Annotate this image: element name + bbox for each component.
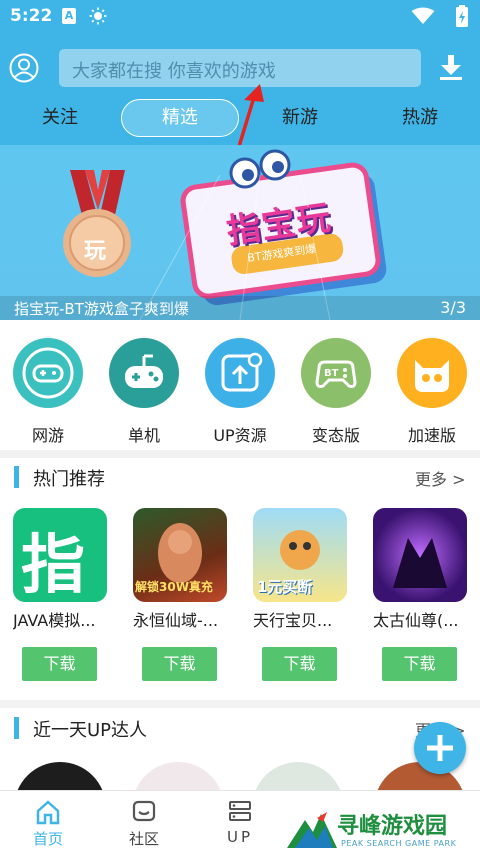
category-speed-versions[interactable]: 加速版 [384, 338, 480, 446]
watermark-title: 寻峰游戏园 [337, 814, 448, 839]
tab-follow[interactable]: 关注 [0, 99, 120, 137]
bt-gamepad-icon: BT [301, 338, 371, 408]
game-name: 天行宝贝... [253, 611, 333, 630]
banner-caption-text: 指宝玩-BT游戏盒子爽到爆 [14, 300, 189, 318]
cat-face-icon [397, 338, 467, 408]
download-button[interactable]: 下载 [262, 647, 337, 681]
up-section-title: 近一天UP达人 [33, 720, 148, 741]
brightness-icon [89, 7, 107, 25]
watermark-logo: 寻峰游戏园 PEAK SEARCH GAME PARK [285, 805, 480, 855]
game-card[interactable]: 解锁30W真充 永恒仙域-... 下载 [133, 508, 243, 681]
status-bar: 5:22 A [0, 0, 480, 34]
game-thumbnail[interactable] [373, 508, 467, 602]
mountain-logo-icon [287, 812, 337, 848]
thumb-promo-text: 1元买断 [257, 578, 313, 596]
notification-a-icon: A [62, 8, 76, 24]
game-name: 永恒仙域-... [133, 611, 219, 630]
hot-section-title: 热门推荐 [33, 469, 105, 490]
game-thumbnail[interactable]: 解锁30W真充 [133, 508, 227, 602]
download-button[interactable]: 下载 [22, 647, 97, 681]
nav-community[interactable]: 社区 [96, 791, 192, 855]
category-label: 加速版 [407, 426, 456, 445]
game-card[interactable]: 太古仙尊(... 下载 [373, 508, 480, 681]
download-icon[interactable] [439, 55, 463, 81]
app-screen: 5:22 A 大家都在搜 你喜欢的游戏 关注 精选 新游 热游 玩 指宝玩 BT… [0, 0, 480, 855]
game-thumbnail[interactable]: 1元买断 [253, 508, 347, 602]
user-avatar-button[interactable] [9, 53, 39, 83]
section-divider [0, 700, 480, 708]
game-name: JAVA模拟... [13, 611, 96, 630]
nav-label: UP [226, 828, 254, 846]
banner-caption: 指宝玩-BT游戏盒子爽到爆 3/3 [0, 296, 480, 320]
nav-label: 首页 [32, 830, 63, 848]
game-thumbnail[interactable]: 指 [13, 508, 107, 602]
search-input[interactable]: 大家都在搜 你喜欢的游戏 [59, 49, 421, 87]
nav-label: 社区 [128, 830, 159, 848]
category-label: UP资源 [213, 426, 267, 445]
thumb-promo-text: 解锁30W真充 [135, 580, 213, 594]
category-label: 网游 [31, 426, 64, 445]
plus-icon [427, 735, 453, 761]
thumb-logo-text: 指 [21, 529, 85, 602]
promo-banner[interactable]: 玩 指宝玩 BT游戏爽到爆 指宝玩-BT游戏盒子爽到爆 3/3 [0, 145, 480, 320]
community-icon [132, 800, 156, 822]
tab-hot-games[interactable]: 热游 [360, 99, 480, 137]
download-button[interactable]: 下载 [142, 647, 217, 681]
banner-counter: 3/3 [440, 298, 466, 317]
game-card[interactable]: 指 JAVA模拟... 下载 [13, 508, 123, 681]
server-icon [229, 801, 251, 821]
tab-featured[interactable]: 精选 [121, 99, 239, 137]
watermark-subtitle: PEAK SEARCH GAME PARK [341, 839, 457, 848]
section-accent-bar [14, 466, 19, 488]
game-card[interactable]: 1元买断 天行宝贝... 下载 [253, 508, 363, 681]
nav-home[interactable]: 首页 [0, 791, 96, 855]
download-button[interactable]: 下载 [382, 647, 457, 681]
section-divider [0, 450, 480, 458]
game-name: 太古仙尊(... [373, 611, 459, 630]
hot-more-link[interactable]: 更多 > [415, 466, 466, 490]
category-bt-versions[interactable]: BT 变态版 [288, 338, 384, 446]
tab-new-games[interactable]: 新游 [240, 99, 360, 137]
up-section-header: 近一天UP达人 更多 > [0, 709, 480, 749]
medal-text: 玩 [84, 239, 107, 264]
search-placeholder: 大家都在搜 你喜欢的游戏 [72, 61, 276, 82]
hot-section-header: 热门推荐 更多 > [0, 458, 480, 498]
hot-games-list: 指 JAVA模拟... 下载 解锁30W真充 永恒仙域-... 下载 1元买断 … [0, 508, 480, 688]
top-tabs: 关注 精选 新游 热游 [0, 96, 480, 138]
svg-text:BT: BT [324, 368, 339, 379]
category-up-resources[interactable]: UP资源 [192, 338, 288, 446]
home-icon [36, 800, 60, 825]
category-row: 网游 单机 UP资源 BT 变态版 加速版 [0, 338, 480, 448]
category-label: 变态版 [311, 426, 360, 445]
category-label: 单机 [127, 426, 160, 445]
handheld-controller-icon [109, 338, 179, 408]
section-accent-bar [14, 717, 19, 739]
add-fab-button[interactable] [414, 722, 466, 774]
status-time: 5:22 [10, 6, 53, 26]
category-online-games[interactable]: 网游 [0, 338, 96, 446]
share-upload-icon [205, 338, 275, 408]
gamepad-icon [13, 338, 83, 408]
nav-up[interactable]: UP [192, 791, 288, 855]
header: 5:22 A 大家都在搜 你喜欢的游戏 关注 精选 新游 热游 [0, 0, 480, 177]
battery-icon [456, 5, 468, 27]
category-single-player[interactable]: 单机 [96, 338, 192, 446]
wifi-icon [411, 7, 435, 24]
